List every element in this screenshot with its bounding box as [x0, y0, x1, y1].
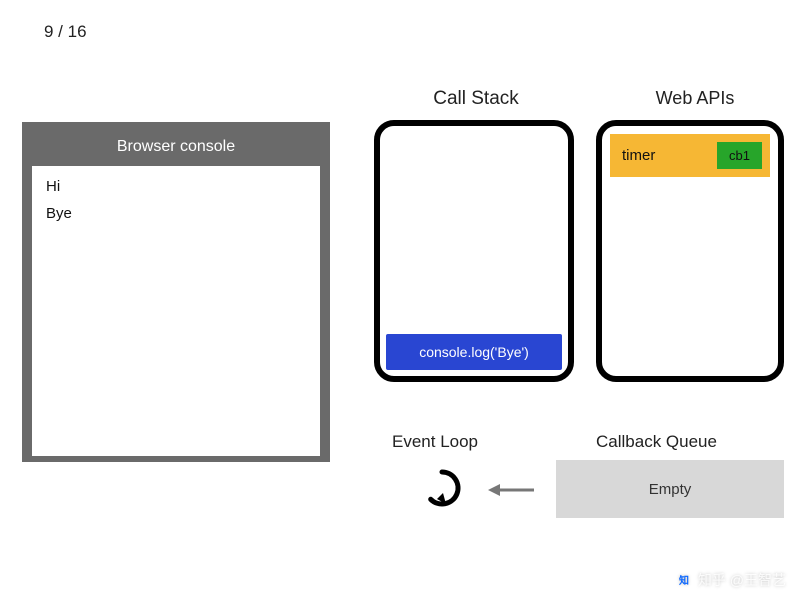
- call-stack-box: console.log('Bye'): [374, 120, 574, 382]
- callback-queue-content: Empty: [649, 481, 692, 498]
- call-stack-title: Call Stack: [386, 88, 566, 110]
- web-api-item: timer cb1: [610, 134, 770, 177]
- slide-counter: 9 / 16: [44, 22, 87, 42]
- web-api-callback: cb1: [717, 142, 762, 169]
- callback-queue-title: Callback Queue: [596, 432, 717, 452]
- svg-text:知: 知: [678, 574, 689, 587]
- zhihu-icon: 知: [676, 572, 692, 588]
- event-loop-title: Event Loop: [392, 432, 478, 452]
- browser-console-title: Browser console: [32, 132, 320, 166]
- watermark-text: 知乎 @王智艺: [698, 570, 786, 590]
- callback-queue-box: Empty: [556, 460, 784, 518]
- browser-console-body: Hi Bye: [32, 166, 320, 456]
- web-apis-title: Web APIs: [610, 88, 780, 109]
- web-api-label: timer: [618, 147, 655, 164]
- stack-frame: console.log('Bye'): [386, 334, 562, 370]
- watermark: 知 知乎 @王智艺: [676, 570, 786, 590]
- event-loop-icon: [422, 468, 462, 508]
- browser-console-panel: Browser console Hi Bye: [22, 122, 330, 462]
- web-apis-box: timer cb1: [596, 120, 784, 382]
- console-line: Hi: [46, 178, 306, 195]
- arrow-left-icon: [486, 480, 536, 500]
- console-line: Bye: [46, 205, 306, 222]
